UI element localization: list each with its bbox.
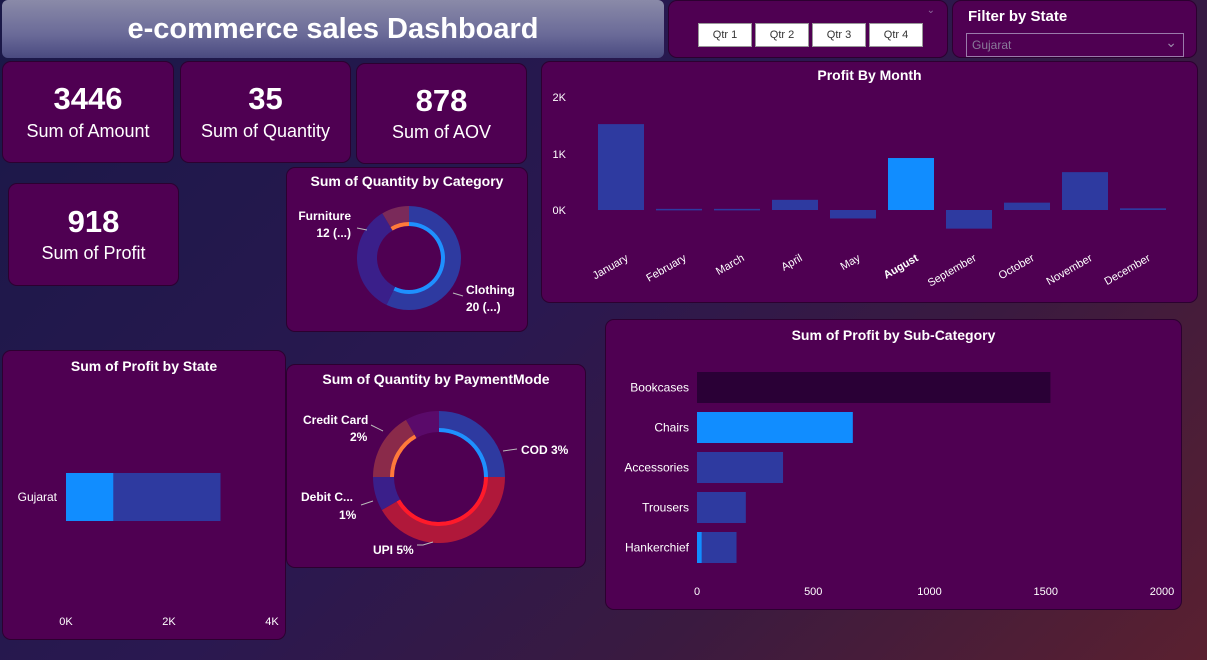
- profit-by-state-card: Sum of Profit by State Gujarat 0K 2K 4K: [2, 350, 286, 640]
- y-tick-label: 0K: [553, 205, 567, 217]
- subcategory-bar-highlight: [697, 412, 853, 443]
- qtr4-button[interactable]: Qtr 4: [869, 23, 923, 47]
- kpi-amount: 3446 Sum of Amount: [2, 61, 174, 163]
- profit-by-state-chart: Gujarat 0K 2K 4K: [18, 473, 279, 628]
- y-tick-label: 2K: [553, 92, 567, 104]
- kpi-aov-label: Sum of AOV: [391, 122, 492, 143]
- credit-card-data-label: Credit Card: [303, 413, 368, 427]
- month-tick-label: October: [997, 252, 1037, 282]
- profit-by-month-card: Profit By Month 2K 1K 0K January February Mar…: [541, 61, 1198, 303]
- kpi-quantity-label: Sum of Quantity: [200, 120, 331, 141]
- month-bar-december: [1120, 208, 1166, 210]
- donut-slice-furniture: [357, 213, 396, 305]
- chevron-down-icon[interactable]: ⌄: [927, 5, 935, 16]
- subcategory-bar-hankerchief: [697, 532, 737, 563]
- leader-line: [370, 424, 384, 432]
- month-bar-april: [772, 199, 818, 210]
- y-tick-label: 1K: [553, 149, 567, 161]
- profit-by-subcategory-card: Sum of Profit by Sub-Category Bookcases C…: [605, 319, 1182, 610]
- state-bar-gujarat: [66, 473, 114, 521]
- x-tick-label: 0: [694, 586, 700, 598]
- leader-line: [356, 227, 368, 231]
- month-tick-label: August: [882, 252, 921, 282]
- subcategory-bar-trousers: [697, 492, 746, 523]
- qty-by-paymentmode-chart: COD 3% UPI 5% Debit C... 1% Credit Card 2%: [301, 411, 569, 557]
- debit-card-data-label: Debit C...: [301, 490, 353, 504]
- furniture-data-label: Furniture: [298, 209, 351, 223]
- month-tick-label: February: [644, 252, 689, 285]
- state-category-label: Gujarat: [18, 490, 58, 504]
- qty-by-category-card: Sum of Quantity by Category Clothing 20 (…: [286, 167, 528, 332]
- dashboard-title: e-commerce sales Dashboard: [127, 12, 539, 45]
- subcategory-label: Bookcases: [630, 381, 689, 395]
- kpi-quantity-value: 35: [248, 81, 283, 117]
- kpi-aov-value: 878: [415, 82, 468, 118]
- quarter-slicer: ⌄ Qtr 1 Qtr 2 Qtr 3 Qtr 4: [668, 0, 948, 58]
- x-tick-label: 2000: [1150, 586, 1174, 598]
- clothing-data-label: Clothing: [466, 283, 515, 297]
- upi-data-label: UPI 5%: [373, 543, 414, 557]
- qty-by-category-chart: Clothing 20 (...) Furniture 12 (...): [298, 206, 515, 314]
- x-tick-label: 500: [804, 586, 822, 598]
- kpi-amount-value: 3446: [53, 81, 123, 117]
- profit-by-month-chart: 2K 1K 0K January February March April May August…: [553, 92, 1166, 290]
- leader-line: [502, 448, 518, 452]
- kpi-aov: 878 Sum of AOV: [356, 63, 527, 164]
- kpi-amount-label: Sum of Amount: [26, 120, 150, 141]
- subcategory-bar-highlight: [697, 532, 702, 563]
- month-tick-label: September: [926, 252, 979, 289]
- state-dropdown[interactable]: Gujarat ⌄: [966, 33, 1184, 57]
- month-bar-january: [598, 124, 644, 210]
- month-bar-august: [888, 158, 934, 210]
- furniture-data-value: 12 (...): [316, 226, 351, 240]
- subcategory-label: Trousers: [642, 501, 689, 515]
- month-bar-march: [714, 208, 760, 211]
- month-tick-label: November: [1045, 252, 1095, 288]
- x-tick-label: 0K: [59, 616, 73, 628]
- chevron-down-icon: ⌄: [1165, 34, 1177, 50]
- debit-card-data-value: 1%: [339, 508, 357, 522]
- subcategory-label: Accessories: [624, 461, 689, 475]
- month-bar-february: [656, 208, 702, 211]
- dashboard-title-banner: e-commerce sales Dashboard: [2, 0, 664, 58]
- cod-data-label: COD 3%: [521, 443, 569, 457]
- x-tick-label: 4K: [265, 616, 279, 628]
- subcategory-bar-accessories: [697, 452, 784, 483]
- month-bar-november: [1062, 172, 1108, 210]
- kpi-profit-label: Sum of Profit: [41, 243, 146, 264]
- leader-line: [360, 500, 374, 506]
- kpi-profit: 918 Sum of Profit: [8, 183, 179, 286]
- qtr1-button[interactable]: Qtr 1: [698, 23, 752, 47]
- subcategory-bar-bookcases: [697, 372, 1051, 403]
- x-tick-label: 2K: [162, 616, 176, 628]
- subcategory-label: Chairs: [654, 421, 689, 435]
- subcategory-label: Hankerchief: [625, 541, 690, 555]
- clothing-data-value: 20 (...): [466, 300, 501, 314]
- month-bar-october: [1004, 202, 1050, 210]
- month-tick-label: December: [1103, 252, 1153, 288]
- x-tick-label: 1000: [917, 586, 941, 598]
- month-tick-label: May: [839, 252, 863, 273]
- x-tick-label: 1500: [1034, 586, 1058, 598]
- credit-card-data-value: 2%: [350, 430, 368, 444]
- month-tick-label: March: [714, 252, 746, 278]
- month-bar-may: [830, 210, 876, 219]
- kpi-profit-value: 918: [67, 203, 120, 239]
- kpi-quantity: 35 Sum of Quantity: [180, 61, 351, 163]
- qty-by-paymentmode-card: Sum of Quantity by PaymentMode COD 3% UPI…: [286, 364, 586, 568]
- state-filter: Filter by State Gujarat ⌄: [952, 0, 1197, 58]
- profit-by-subcategory-chart: Bookcases Chairs Accessories Trousers Hanker…: [624, 372, 1174, 598]
- qtr2-button[interactable]: Qtr 2: [755, 23, 809, 47]
- qtr3-button[interactable]: Qtr 3: [812, 23, 866, 47]
- state-filter-label: Filter by State: [968, 8, 1068, 25]
- month-bar-september: [946, 210, 992, 229]
- state-dropdown-value: Gujarat: [972, 38, 1012, 52]
- leader-line: [417, 541, 434, 546]
- leader-line: [452, 292, 464, 297]
- month-tick-label: April: [779, 252, 804, 273]
- month-tick-label: January: [591, 252, 631, 282]
